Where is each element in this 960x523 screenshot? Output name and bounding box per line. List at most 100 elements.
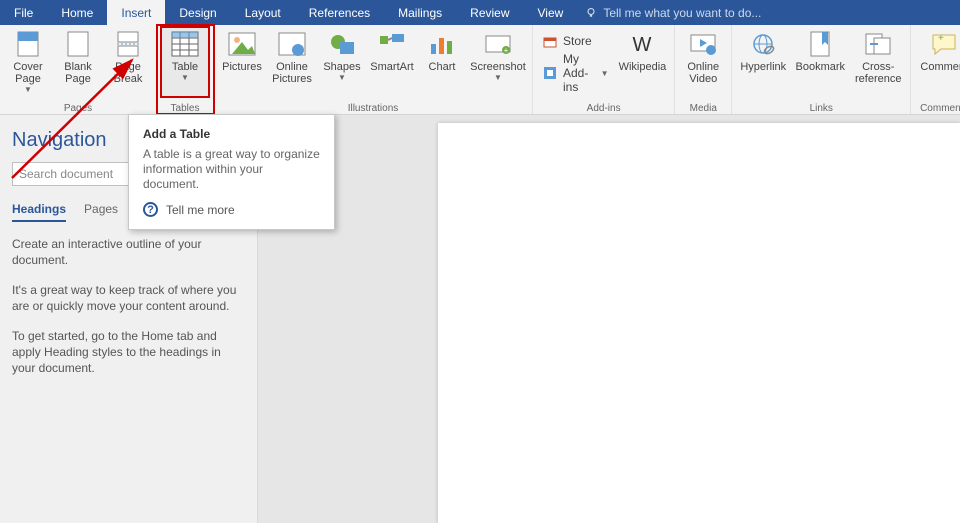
cross-reference-button[interactable]: Cross-reference — [850, 27, 906, 97]
table-button[interactable]: Table ▼ — [161, 27, 209, 97]
screenshot-icon: + — [482, 29, 514, 59]
shapes-label: Shapes — [323, 61, 360, 73]
online-pictures-label: Online Pictures — [272, 61, 312, 85]
pictures-button[interactable]: Pictures — [218, 27, 266, 97]
blank-page-label: Blank Page — [58, 61, 98, 85]
tab-file[interactable]: File — [0, 0, 47, 25]
pictures-icon — [226, 29, 258, 59]
tab-home[interactable]: Home — [47, 0, 107, 25]
shapes-button[interactable]: Shapes ▼ — [318, 27, 366, 97]
dropdown-caret-icon: ▼ — [494, 73, 502, 82]
online-video-icon — [687, 29, 719, 59]
tell-me-search[interactable]: Tell me what you want to do... — [585, 0, 761, 25]
online-pictures-button[interactable]: Online Pictures — [268, 27, 316, 97]
nav-hint-1: Create an interactive outline of your do… — [12, 236, 245, 268]
dropdown-caret-icon: ▼ — [601, 69, 609, 78]
table-label: Table — [172, 61, 198, 73]
cover-page-label: Cover Page — [8, 61, 48, 85]
group-illustrations-label: Illustrations — [218, 101, 528, 114]
my-addins-button[interactable]: My Add-ins ▼ — [543, 52, 609, 94]
nav-hint-2: It's a great way to keep track of where … — [12, 282, 245, 314]
tab-review[interactable]: Review — [456, 0, 523, 25]
svg-text:W: W — [633, 34, 652, 55]
dropdown-caret-icon: ▼ — [181, 73, 189, 82]
group-tables-label: Tables — [161, 101, 209, 114]
group-comments: + Comment Comments — [911, 25, 960, 114]
cross-reference-icon — [862, 29, 894, 59]
online-video-button[interactable]: Online Video — [679, 27, 727, 97]
nav-hint-3: To get started, go to the Home tab and a… — [12, 328, 245, 376]
addins-icon — [543, 66, 557, 80]
screenshot-label: Screenshot — [470, 61, 526, 73]
online-pictures-icon — [276, 29, 308, 59]
smartart-button[interactable]: SmartArt — [368, 27, 416, 97]
group-pages: Cover Page ▼ Blank Page Page Break Pages — [0, 25, 157, 114]
dropdown-caret-icon: ▼ — [338, 73, 346, 82]
page-break-button[interactable]: Page Break — [104, 27, 152, 97]
dropdown-caret-icon: ▼ — [24, 85, 32, 94]
wikipedia-button[interactable]: W Wikipedia — [615, 27, 671, 97]
page-break-label: Page Break — [108, 61, 148, 85]
my-addins-label: My Add-ins — [563, 52, 591, 94]
group-illustrations: Pictures Online Pictures Shapes ▼ SmartA… — [214, 25, 533, 114]
nav-tab-pages[interactable]: Pages — [84, 202, 118, 222]
store-icon — [543, 34, 557, 48]
group-media: Online Video Media — [675, 25, 732, 114]
smartart-icon — [376, 29, 408, 59]
group-links: Hyperlink Bookmark Cross-reference Links — [732, 25, 911, 114]
tab-design[interactable]: Design — [165, 0, 230, 25]
bookmark-label: Bookmark — [796, 61, 846, 73]
chart-icon — [426, 29, 458, 59]
tab-references[interactable]: References — [295, 0, 384, 25]
wikipedia-icon: W — [626, 29, 658, 59]
navigation-body: Create an interactive outline of your do… — [12, 236, 245, 376]
blank-page-button[interactable]: Blank Page — [54, 27, 102, 97]
lightbulb-icon — [585, 7, 597, 19]
chart-button[interactable]: Chart — [418, 27, 466, 97]
pictures-label: Pictures — [222, 61, 262, 73]
store-label: Store — [563, 34, 592, 48]
group-media-label: Media — [679, 101, 727, 114]
tab-mailings[interactable]: Mailings — [384, 0, 456, 25]
cross-reference-label: Cross-reference — [854, 61, 902, 85]
table-icon — [169, 29, 201, 59]
hyperlink-button[interactable]: Hyperlink — [736, 27, 790, 97]
smartart-label: SmartArt — [370, 61, 413, 73]
tooltip-tell-me-more[interactable]: ? Tell me more — [143, 202, 320, 217]
tooltip-body: A table is a great way to organize infor… — [143, 147, 320, 192]
screenshot-button[interactable]: + Screenshot ▼ — [468, 27, 528, 97]
tell-me-label: Tell me what you want to do... — [603, 6, 761, 20]
svg-text:+: + — [938, 33, 944, 44]
shapes-icon — [326, 29, 358, 59]
online-video-label: Online Video — [683, 61, 723, 85]
ribbon-insert: Cover Page ▼ Blank Page Page Break Pages… — [0, 25, 960, 115]
ribbon-tabbar: File Home Insert Design Layout Reference… — [0, 0, 960, 25]
document-page[interactable] — [438, 123, 960, 523]
cover-page-icon — [12, 29, 44, 59]
page-break-icon — [112, 29, 144, 59]
tooltip-title: Add a Table — [143, 127, 320, 141]
blank-page-icon — [62, 29, 94, 59]
help-icon: ? — [143, 202, 158, 217]
group-addins-label: Add-ins — [537, 101, 670, 114]
cover-page-button[interactable]: Cover Page ▼ — [4, 27, 52, 97]
document-canvas[interactable] — [258, 115, 960, 523]
tab-insert[interactable]: Insert — [107, 0, 165, 25]
group-addins: Store My Add-ins ▼ W Wikipedia Add-ins — [533, 25, 675, 114]
bookmark-button[interactable]: Bookmark — [792, 27, 848, 97]
comment-icon: + — [928, 29, 960, 59]
tab-layout[interactable]: Layout — [231, 0, 295, 25]
comment-button[interactable]: + Comment — [915, 27, 960, 97]
tooltip-more-label: Tell me more — [166, 203, 235, 217]
wikipedia-label: Wikipedia — [619, 61, 667, 73]
group-links-label: Links — [736, 101, 906, 114]
table-tooltip: Add a Table A table is a great way to or… — [128, 114, 335, 230]
group-tables: Table ▼ Tables — [157, 25, 214, 114]
svg-text:+: + — [504, 46, 509, 55]
comment-label: Comment — [920, 61, 960, 73]
tab-view[interactable]: View — [524, 0, 578, 25]
nav-tab-headings[interactable]: Headings — [12, 202, 66, 222]
bookmark-icon — [804, 29, 836, 59]
store-button[interactable]: Store — [543, 34, 609, 48]
hyperlink-icon — [747, 29, 779, 59]
